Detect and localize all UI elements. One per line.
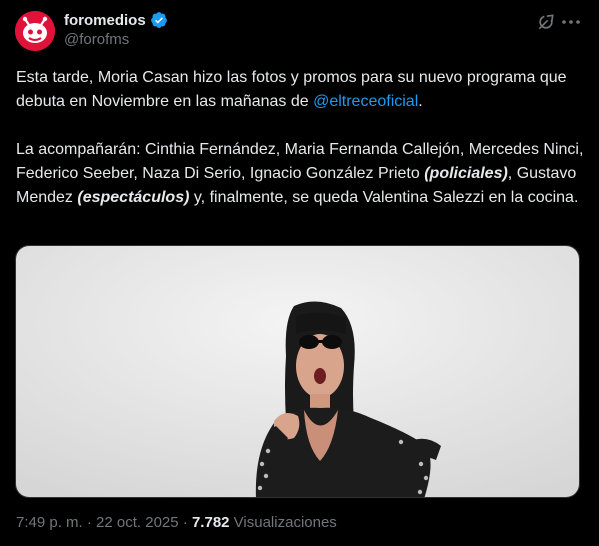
tweet-text-segment: . <box>418 93 423 110</box>
views-count: 7.782 <box>191 514 230 531</box>
avatar[interactable] <box>15 11 55 51</box>
verified-badge-icon <box>150 12 167 28</box>
tweet-text-segment: Esta tarde, Moria Casan hizo las fotos y… <box>16 69 567 110</box>
author-name[interactable]: foromedios <box>64 12 146 29</box>
meta-separator: · <box>82 514 97 531</box>
author-handle[interactable]: @forofms <box>64 31 129 48</box>
grok-icon[interactable] <box>536 12 556 32</box>
mention-link[interactable]: @eltreceoficial <box>313 93 418 110</box>
meta-separator: · <box>178 514 192 531</box>
tweet-time[interactable]: 7:49 p. m. <box>16 514 83 531</box>
tweet-text-bold-italic: (policiales) <box>424 165 508 182</box>
tweet-media[interactable] <box>15 245 580 498</box>
tweet-date[interactable]: 22 oct. 2025 <box>96 514 179 531</box>
tweet-text-bold-italic: (espectáculos) <box>77 189 190 206</box>
views-label: Visualizaciones <box>229 514 337 531</box>
author-name-row[interactable]: foromedios <box>64 10 168 30</box>
foromedios-logo-icon <box>15 11 55 51</box>
tweet-photo <box>16 246 579 497</box>
tweet-paragraph-2: La acompañarán: Cinthia Fernández, Maria… <box>16 138 584 210</box>
tweet-meta: 7:49 p. m. · 22 oct. 2025 · 7.782 Visual… <box>16 514 337 531</box>
more-dots-icon[interactable] <box>560 12 582 32</box>
tweet-card: foromedios @forofms Esta tarde, Moria Ca… <box>0 0 599 546</box>
tweet-paragraph-1: Esta tarde, Moria Casan hizo las fotos y… <box>16 66 584 114</box>
tweet-text-segment: y, finalmente, se queda Valentina Salezz… <box>189 189 579 206</box>
tweet-text: Esta tarde, Moria Casan hizo las fotos y… <box>16 66 584 210</box>
